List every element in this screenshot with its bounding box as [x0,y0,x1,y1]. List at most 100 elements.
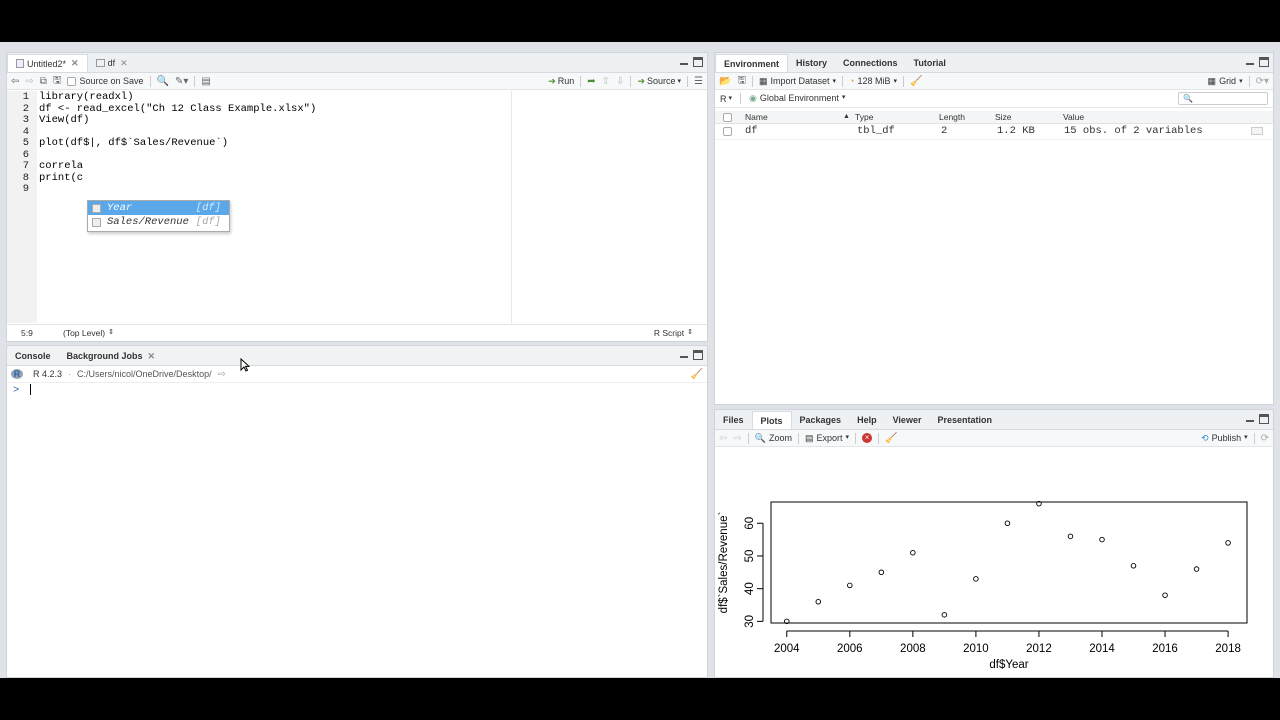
refresh-icon[interactable]: ⟳▾ [1256,76,1269,87]
tab-viewer[interactable]: Viewer [885,411,930,429]
tab-history[interactable]: History [788,54,835,72]
autocomplete-item[interactable]: Sales/Revenue [df] [88,215,229,229]
table-row[interactable]: df tbl_df 2 1.2 KB 15 obs. of 2 variable… [715,124,1273,140]
rerun-icon[interactable]: ➦ [587,76,595,87]
forward-arrow-icon[interactable]: ⇨ [733,433,741,444]
language-selector[interactable]: R ▾ [720,94,732,104]
tab-plots[interactable]: Plots [751,411,792,429]
view-table-icon[interactable] [1251,127,1263,135]
tab-console[interactable]: Console [7,347,59,365]
tab-label: Untitled2* [27,58,67,69]
y-tick-label: 30 [744,615,756,628]
zoom-label: Zoom [769,432,793,443]
column-header-name[interactable]: Name [745,112,768,122]
minimize-icon[interactable] [679,57,689,67]
tab-files[interactable]: Files [715,411,752,429]
maximize-icon[interactable] [693,350,703,360]
magic-wand-icon[interactable]: ✎▾ [175,76,188,87]
remove-plot-icon[interactable]: × [862,433,873,443]
run-label: Run [557,76,575,86]
open-folder-icon[interactable]: 📂 [719,76,731,87]
source-button[interactable]: ➔ Source ▾ [637,76,681,87]
tab-connections[interactable]: Connections [835,54,906,72]
close-icon[interactable]: ✕ [71,58,79,69]
plot-frame [770,501,1248,624]
tab-background-jobs[interactable]: Background Jobs ✕ [59,347,164,365]
separator [580,75,582,87]
environment-label: Global Environment [759,93,839,103]
export-button[interactable]: ▤ Export ▾ [805,433,849,444]
broom-icon[interactable]: 🧹 [910,76,922,87]
code-line[interactable]: View(df) [39,114,89,126]
maximize-icon[interactable] [693,57,703,67]
console-input-line[interactable]: > [13,384,31,396]
code-line[interactable]: correla [39,160,83,172]
up-arrow-icon[interactable]: ⇧ [602,76,610,87]
separator [878,432,880,444]
down-arrow-icon[interactable]: ⇩ [616,76,624,87]
line-number: 9 [22,183,29,195]
code-line[interactable]: print(c [39,172,83,184]
code-line[interactable]: df <- read_excel("Ch 12 Class Example.xl… [39,103,316,115]
tab-presentation[interactable]: Presentation [929,411,1000,429]
minimize-icon[interactable] [679,350,689,360]
maximize-icon[interactable] [1259,57,1269,67]
compile-report-icon[interactable]: ▤ [201,76,210,87]
data-point [1162,592,1168,598]
window-controls [679,57,703,67]
minimize-icon[interactable] [1245,414,1255,424]
broom-icon[interactable]: 🧹 [691,369,703,380]
code-line[interactable]: library(readxl) [39,91,134,103]
source-pane: Untitled2* ✕ df ✕ ⇦ ⇨ ⧉ 🖫 Source on Save [6,52,708,342]
refresh-icon[interactable]: ⟳ [1261,433,1269,444]
back-arrow-icon[interactable]: ⇦ [11,76,19,87]
plots-tabbar: Files Plots Packages Help Viewer Present… [715,410,1273,430]
environment-selector[interactable]: ◉ Global Environment ▾ [749,93,845,104]
grid-icon: ▦ [1207,75,1217,86]
tab-df[interactable]: df ✕ [88,54,136,72]
go-to-directory-icon[interactable]: ⇨ [218,369,226,380]
column-header-value[interactable]: Value [1063,112,1084,122]
minimize-icon[interactable] [1245,57,1255,67]
checkbox[interactable] [67,76,77,86]
view-mode-button[interactable]: ▦ Grid ▾ [1208,76,1243,87]
data-point [910,549,916,556]
save-icon[interactable]: 🖫 [53,73,62,90]
tab-help[interactable]: Help [849,411,885,429]
filetype-selector[interactable]: R Script ⇕ [654,328,693,338]
mouse-cursor-icon [240,358,250,372]
forward-arrow-icon[interactable]: ⇨ [25,76,33,87]
column-header-size[interactable]: Size [995,112,1012,122]
scope-selector[interactable]: (Top Level) ⇕ [63,328,114,338]
outline-icon[interactable]: ☰ [694,76,703,87]
save-icon[interactable]: 🖫 [737,73,746,90]
tab-packages[interactable]: Packages [792,411,850,429]
separator-dot: · [68,369,72,379]
publish-button[interactable]: ⟲ Publish ▾ [1201,433,1248,444]
row-checkbox[interactable] [723,127,732,136]
maximize-icon[interactable] [1259,414,1269,424]
source-on-save-toggle[interactable]: Source on Save [67,76,144,86]
show-in-window-icon[interactable]: ⧉ [40,76,47,87]
sort-arrow-icon: ▲ [843,113,850,120]
column-header-type[interactable]: Type [855,112,873,122]
tab-tutorial[interactable]: Tutorial [906,54,954,72]
select-all-checkbox[interactable] [723,113,732,122]
search-icon[interactable]: 🔍 [157,76,169,87]
tab-untitled2[interactable]: Untitled2* ✕ [7,54,88,72]
environment-search-input[interactable]: 🔍 [1178,92,1268,105]
memory-usage-button[interactable]: ◔ 128 MiB ▾ [849,76,897,86]
broom-icon[interactable]: 🧹 [885,433,897,444]
close-icon[interactable]: ✕ [148,351,156,362]
code-line[interactable]: plot(df$|, df$`Sales/Revenue`) [39,137,228,149]
run-button[interactable]: ➔ Run [548,76,574,87]
import-dataset-button[interactable]: ▦ Import Dataset ▾ [759,76,836,87]
column-header-length[interactable]: Length [939,112,965,122]
separator [687,75,689,87]
close-icon[interactable]: ✕ [120,58,128,69]
back-arrow-icon[interactable]: ⇦ [719,433,727,444]
tab-environment[interactable]: Environment [715,54,789,72]
console-toolbar: R R 4.2.3 · C:/Users/nicol/OneDrive/Desk… [7,366,707,383]
zoom-button[interactable]: 🔍 Zoom [755,433,792,444]
autocomplete-item[interactable]: Year [df] [88,201,229,215]
